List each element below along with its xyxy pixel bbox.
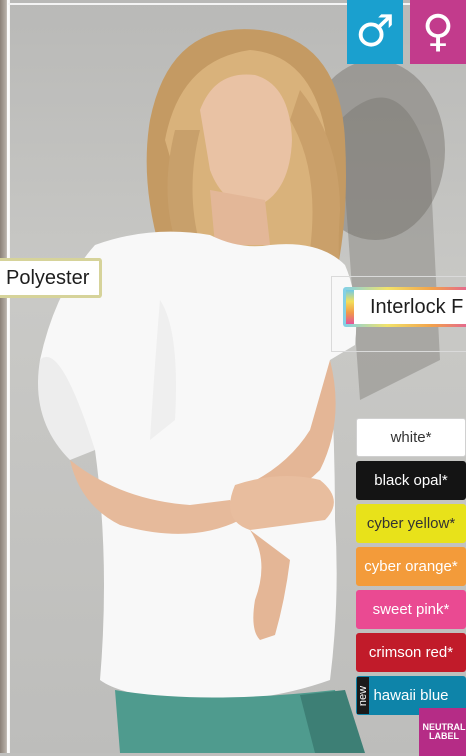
neutral-label-line2: LABEL bbox=[429, 731, 459, 741]
color-swatch[interactable]: white* bbox=[356, 418, 466, 457]
color-swatch[interactable]: crimson red* bbox=[356, 633, 466, 672]
color-swatch-label: hawaii blue bbox=[373, 687, 449, 704]
female-icon: ♀ bbox=[410, 0, 466, 64]
interlock-fabric-text: Interlock F bbox=[370, 296, 464, 318]
color-swatch-label: sweet pink* bbox=[372, 601, 450, 618]
color-swatch[interactable]: black opal* bbox=[356, 461, 466, 500]
color-swatch[interactable]: cyber yellow* bbox=[356, 504, 466, 543]
neutral-label-badge: NEUTRAL LABEL bbox=[419, 708, 466, 756]
color-swatch-label: cyber orange* bbox=[364, 558, 458, 575]
male-symbol: ♂ bbox=[355, 6, 395, 57]
male-icon: ♂ bbox=[347, 0, 403, 64]
color-swatch-label: crimson red* bbox=[368, 644, 454, 661]
new-badge: new bbox=[357, 677, 369, 714]
color-swatch-label: white* bbox=[390, 429, 432, 446]
new-badge-text: new bbox=[357, 685, 369, 706]
color-swatch-list: white* black opal* cyber yellow* cyber oran… bbox=[356, 418, 466, 719]
polyester-fabric-label: Polyester bbox=[0, 258, 103, 298]
color-swatch-label: black opal* bbox=[374, 472, 448, 489]
color-swatch-label: cyber yellow* bbox=[366, 515, 456, 532]
left-divider-line bbox=[7, 0, 9, 753]
color-swatch[interactable]: cyber orange* bbox=[356, 547, 466, 586]
color-swatch[interactable]: sweet pink* bbox=[356, 590, 466, 629]
female-symbol: ♀ bbox=[421, 6, 455, 57]
interlock-fabric-label: Interlock F bbox=[343, 287, 466, 327]
